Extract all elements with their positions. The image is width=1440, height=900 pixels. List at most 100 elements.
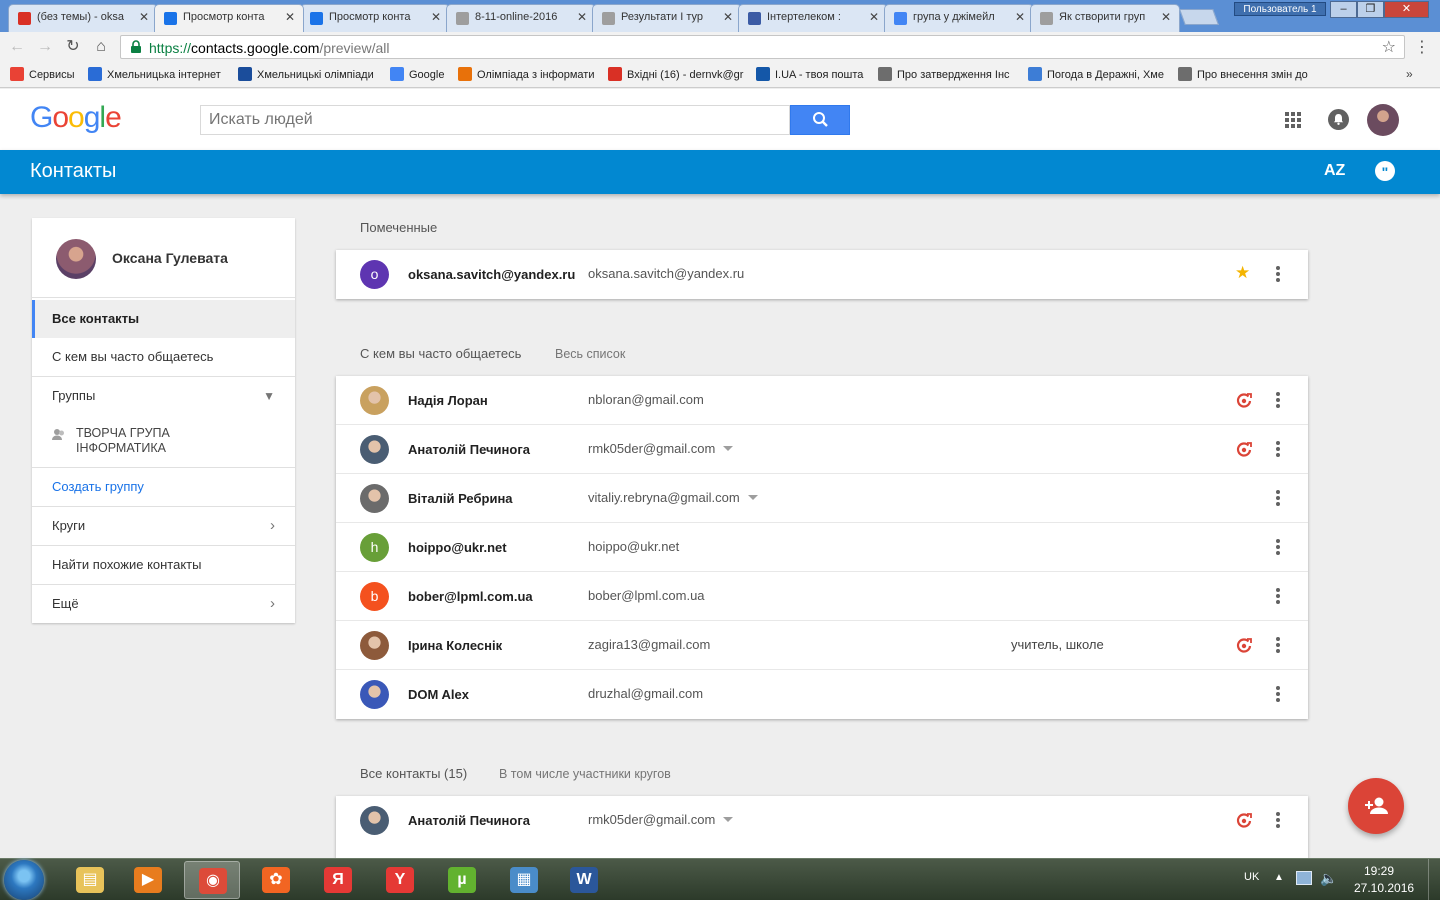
contact-row[interactable]: b bober@lpml.com.ua bober@lpml.com.ua	[336, 572, 1308, 621]
sidebar-item-all-contacts[interactable]: Все контакты	[32, 300, 295, 338]
close-tab-icon[interactable]: ✕	[723, 10, 733, 24]
google-plus-circle-icon[interactable]	[1235, 811, 1253, 829]
contact-row[interactable]: o oksana.savitch@yandex.ru oksana.savitch@…	[336, 250, 1308, 299]
email-dropdown-icon[interactable]	[747, 495, 758, 500]
contact-row[interactable]: Ірина Колеснік zagira13@gmail.com учитель,…	[336, 621, 1308, 670]
back-button[interactable]: ←	[8, 38, 26, 56]
search-input[interactable]	[201, 106, 789, 134]
create-group-link[interactable]: Создать группу	[32, 468, 295, 506]
contact-avatar[interactable]	[360, 386, 389, 415]
account-avatar[interactable]	[1367, 104, 1399, 136]
taskbar-app-button[interactable]: µ	[434, 861, 490, 899]
notifications-bell-icon[interactable]	[1328, 109, 1349, 130]
bookmark-item[interactable]: Вхідні (16) - dernvk@gr	[608, 67, 748, 81]
contact-name[interactable]: bober@lpml.com.ua	[408, 589, 533, 604]
bookmark-item[interactable]: Погода в Деражні, Хме	[1028, 67, 1170, 81]
more-options-icon[interactable]	[1272, 587, 1284, 605]
browser-tab[interactable]: Результати I тур ✕	[592, 4, 742, 32]
google-logo[interactable]: Google	[30, 101, 122, 135]
more-options-icon[interactable]	[1272, 636, 1284, 654]
new-tab-button[interactable]	[1179, 9, 1219, 25]
star-icon[interactable]: ★	[1235, 263, 1250, 283]
windows-start-button[interactable]	[4, 860, 44, 900]
taskbar-app-button[interactable]: W	[556, 861, 612, 899]
more-options-icon[interactable]	[1272, 685, 1284, 703]
browser-menu-icon[interactable]: ⋮	[1414, 40, 1430, 56]
bookmark-item[interactable]: Google	[390, 67, 450, 81]
minimize-window-button[interactable]: –	[1330, 1, 1357, 18]
contact-row[interactable]: Анатолій Печинога rmk05der@gmail.com	[336, 425, 1308, 474]
browser-tab[interactable]: Як створити груп ✕	[1030, 4, 1180, 32]
close-tab-icon[interactable]: ✕	[869, 10, 879, 24]
more-options-icon[interactable]	[1272, 391, 1284, 409]
browser-tab[interactable]: 8-11-online-2016 ✕	[446, 4, 596, 32]
contact-name[interactable]: Надія Лоран	[408, 393, 488, 408]
contact-avatar[interactable]	[360, 435, 389, 464]
add-contact-button[interactable]	[1348, 778, 1404, 834]
google-plus-circle-icon[interactable]	[1235, 636, 1253, 654]
close-window-button[interactable]: ✕	[1384, 1, 1429, 18]
sidebar-item-circles[interactable]: Круги ›	[32, 507, 295, 545]
close-tab-icon[interactable]: ✕	[577, 10, 587, 24]
taskbar-app-button[interactable]: Y	[372, 861, 428, 899]
sidebar-item-groups[interactable]: Группы ▼	[32, 377, 295, 415]
more-options-icon[interactable]	[1272, 265, 1284, 283]
tray-expand-icon[interactable]: ▲	[1274, 872, 1284, 883]
google-apps-icon[interactable]	[1285, 112, 1301, 128]
clock-date[interactable]: 27.10.2016	[1354, 881, 1414, 895]
sidebar-item-frequent[interactable]: С кем вы часто общаетесь	[32, 338, 295, 376]
profile-user-label[interactable]: Пользователь 1	[1234, 2, 1326, 16]
bookmark-item[interactable]: Про затвердження Інс	[878, 67, 1020, 81]
clock-time[interactable]: 19:29	[1364, 864, 1394, 878]
browser-tab[interactable]: Інтертелеком : ✕	[738, 4, 888, 32]
search-button[interactable]	[790, 105, 850, 135]
contact-name[interactable]: DOM Alex	[408, 687, 469, 702]
browser-tab[interactable]: група у джімейл ✕	[884, 4, 1034, 32]
contact-avatar[interactable]	[360, 680, 389, 709]
contact-name[interactable]: Анатолій Печинога	[408, 813, 530, 828]
feedback-icon[interactable]: "	[1375, 161, 1395, 181]
taskbar-app-button[interactable]: ◉	[184, 861, 240, 899]
contact-name[interactable]: Віталій Ребрина	[408, 491, 513, 506]
taskbar-app-button[interactable]: ▤	[62, 861, 118, 899]
contact-name[interactable]: oksana.savitch@yandex.ru	[408, 267, 575, 282]
more-options-icon[interactable]	[1272, 538, 1284, 556]
browser-tab[interactable]: Просмотр конта ✕	[154, 4, 304, 32]
sort-az-icon[interactable]: AZ	[1324, 162, 1345, 180]
email-dropdown-icon[interactable]	[723, 446, 734, 451]
maximize-window-button[interactable]: ❐	[1357, 1, 1384, 18]
close-tab-icon[interactable]: ✕	[1015, 10, 1025, 24]
network-icon[interactable]	[1296, 871, 1312, 885]
contact-avatar[interactable]: b	[360, 582, 389, 611]
taskbar-app-button[interactable]: Я	[310, 861, 366, 899]
more-options-icon[interactable]	[1272, 489, 1284, 507]
bookmark-star-icon[interactable]: ☆	[1382, 37, 1396, 57]
email-dropdown-icon[interactable]	[723, 817, 734, 822]
bookmark-item[interactable]: Хмельницька інтернет	[88, 67, 230, 81]
close-tab-icon[interactable]: ✕	[431, 10, 441, 24]
taskbar-app-button[interactable]: ▦	[496, 861, 552, 899]
taskbar-app-button[interactable]: ✿	[248, 861, 304, 899]
google-plus-circle-icon[interactable]	[1235, 440, 1253, 458]
contact-row[interactable]: Віталій Ребрина vitaliy.rebryna@gmail.com	[336, 474, 1308, 523]
forward-button[interactable]: →	[36, 38, 54, 56]
profile-avatar[interactable]	[56, 239, 96, 279]
contact-name[interactable]: Ірина Колеснік	[408, 638, 502, 653]
contact-row[interactable]: DOM Alex druzhal@gmail.com	[336, 670, 1308, 719]
contact-name[interactable]: Анатолій Печинога	[408, 442, 530, 457]
contact-row[interactable]: Анатолій Печинога rmk05der@gmail.com	[336, 796, 1308, 845]
contact-avatar[interactable]	[360, 631, 389, 660]
address-bar[interactable]: https://contacts.google.com/preview/all …	[120, 35, 1405, 59]
bookmark-item[interactable]: Хмельницькі олімпіади	[238, 67, 380, 81]
more-options-icon[interactable]	[1272, 811, 1284, 829]
contact-avatar[interactable]: h	[360, 533, 389, 562]
close-tab-icon[interactable]: ✕	[139, 10, 149, 24]
close-tab-icon[interactable]: ✕	[285, 10, 295, 24]
keyboard-language-indicator[interactable]: UK	[1244, 871, 1259, 883]
bookmark-item[interactable]: Олімпіада з інформати	[458, 67, 600, 81]
close-tab-icon[interactable]: ✕	[1161, 10, 1171, 24]
more-options-icon[interactable]	[1272, 440, 1284, 458]
contact-name[interactable]: hoippo@ukr.net	[408, 540, 507, 555]
browser-tab[interactable]: (без темы) - oksa ✕	[8, 4, 158, 32]
bookmark-item[interactable]: Про внесення змін до	[1178, 67, 1318, 81]
